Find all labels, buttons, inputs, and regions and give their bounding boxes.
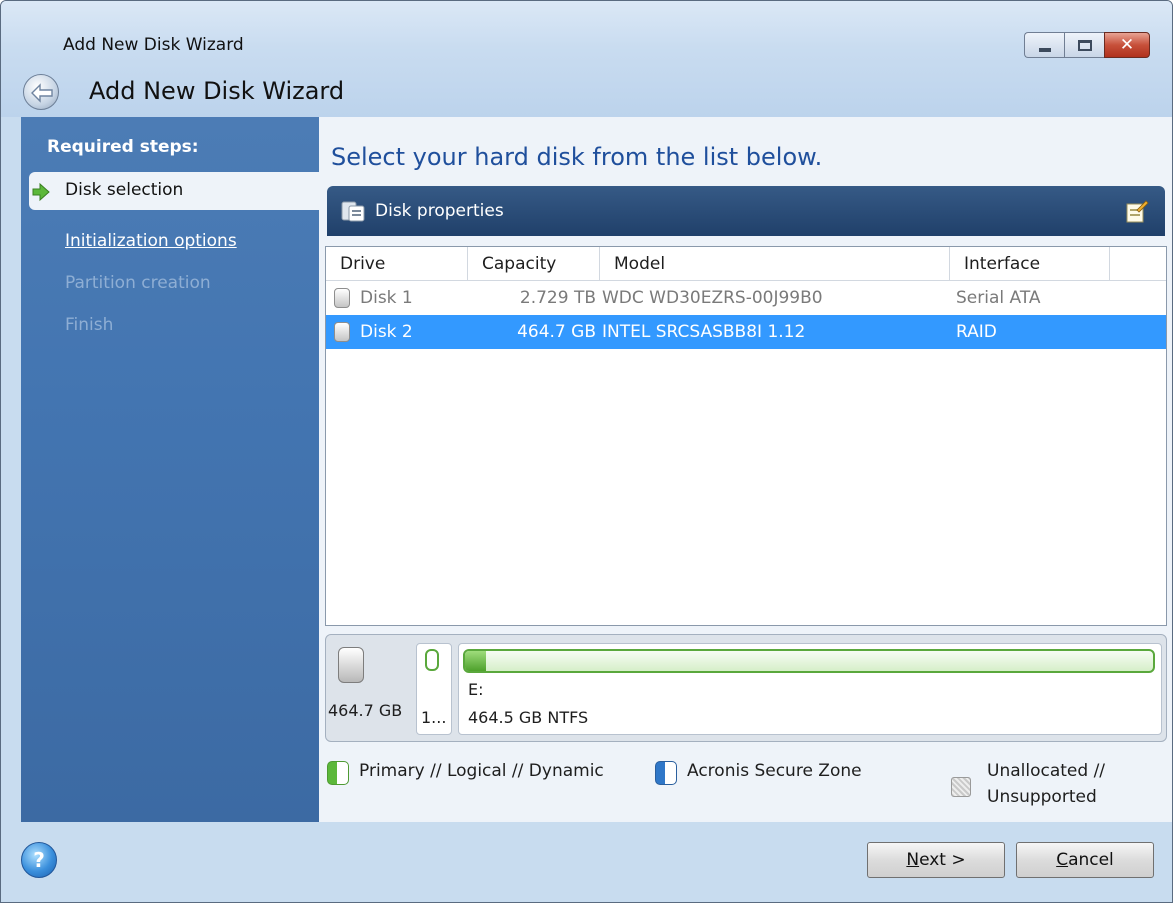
partition-usage-bar	[463, 649, 1155, 673]
green-arrow-icon	[32, 182, 50, 202]
partition-size: 464.5 GB NTFS	[468, 708, 589, 727]
window-controls: ✕	[1024, 32, 1150, 58]
hard-disk-icon	[338, 647, 364, 683]
disk-list[interactable]: Drive Capacity Model Interface Disk 1 2.…	[325, 246, 1167, 626]
partition-usage-fill	[465, 651, 486, 671]
steps-sidebar: Required steps: Disk selection Initializ…	[21, 117, 319, 822]
partition-letter: E:	[468, 680, 484, 699]
legend-unallocated-line1: Unallocated //	[987, 761, 1106, 781]
disk-size: 464.7 GB	[328, 701, 403, 720]
primary-partition-icon	[327, 761, 349, 785]
maximize-icon	[1078, 40, 1092, 51]
minimize-icon	[1039, 48, 1051, 52]
sidebar-item-finish: Finish	[65, 315, 114, 335]
maximize-button[interactable]	[1064, 32, 1104, 58]
page-title: Select your hard disk from the list belo…	[331, 143, 823, 171]
cancel-button[interactable]: Cancel	[1016, 842, 1154, 878]
sidebar-item-initialization-options[interactable]: Initialization options	[65, 231, 237, 251]
small-partition-label: 1...	[421, 708, 447, 727]
close-icon: ✕	[1119, 35, 1135, 55]
table-row[interactable]: Disk 1 2.729 TB WDC WD30EZRS-00J99B0 Ser…	[326, 281, 1166, 315]
cancel-label: ancel	[1068, 850, 1114, 870]
disk-summary[interactable]: 464.7 GB	[328, 643, 410, 735]
back-arrow-icon	[31, 83, 53, 103]
cell-model: INTEL SRCSASBB8I 1.12	[602, 322, 806, 342]
sidebar-item-partition-creation: Partition creation	[65, 273, 211, 293]
disk-layout-map: 464.7 GB 1... E: 464.5 GB NTFS	[325, 634, 1167, 742]
wizard-heading: Add New Disk Wizard	[89, 77, 345, 105]
back-button[interactable]	[23, 74, 59, 110]
next-label: ext >	[919, 850, 966, 870]
partition-e[interactable]: E: 464.5 GB NTFS	[458, 643, 1162, 735]
column-header-model[interactable]: Model	[600, 247, 950, 281]
next-button[interactable]: Next >	[867, 842, 1005, 878]
button-bar: ? Next > Cancel	[1, 822, 1172, 902]
table-row-selected[interactable]: Disk 2 464.7 GB INTEL SRCSASBB8I 1.12 RA…	[326, 315, 1166, 349]
window-title: Add New Disk Wizard	[63, 35, 244, 55]
panel-title: Disk properties	[375, 201, 504, 221]
cell-interface: RAID	[956, 322, 997, 342]
legend-primary-label: Primary // Logical // Dynamic	[359, 761, 604, 781]
main-content: Select your hard disk from the list belo…	[319, 117, 1172, 822]
minimize-button[interactable]	[1024, 32, 1064, 58]
cell-model: WDC WD30EZRS-00J99B0	[602, 288, 823, 308]
small-partition[interactable]: 1...	[416, 643, 452, 735]
help-icon: ?	[33, 848, 45, 872]
cell-capacity: 2.729 TB	[519, 288, 596, 308]
sidebar-heading: Required steps:	[47, 137, 199, 157]
sidebar-item-label: Disk selection	[65, 180, 184, 200]
legend-unallocated-line2: Unsupported	[987, 787, 1097, 807]
column-header-empty	[1110, 247, 1166, 281]
close-button[interactable]: ✕	[1104, 32, 1150, 58]
column-header-capacity[interactable]: Capacity	[468, 247, 600, 281]
help-button[interactable]: ?	[21, 842, 57, 878]
unallocated-icon	[951, 777, 971, 797]
disk-properties-bar: Disk properties	[327, 186, 1165, 236]
cell-capacity: 464.7 GB	[517, 322, 596, 342]
secure-zone-icon	[655, 761, 677, 785]
partition-bar	[425, 649, 439, 671]
cancel-mnemonic: C	[1056, 850, 1069, 870]
sidebar-item-disk-selection[interactable]: Disk selection	[29, 172, 319, 210]
wizard-window: Add New Disk Wizard ✕ Add New Disk Wizar…	[0, 0, 1173, 903]
legend-secure-zone-label: Acronis Secure Zone	[687, 761, 862, 781]
column-header-interface[interactable]: Interface	[950, 247, 1110, 281]
title-bar: Add New Disk Wizard ✕ Add New Disk Wizar…	[1, 1, 1172, 117]
column-header-drive[interactable]: Drive	[326, 247, 468, 281]
edit-properties-icon[interactable]	[1125, 198, 1149, 224]
next-mnemonic: N	[906, 850, 920, 870]
cell-interface: Serial ATA	[956, 288, 1041, 308]
disk-properties-icon	[341, 201, 365, 222]
